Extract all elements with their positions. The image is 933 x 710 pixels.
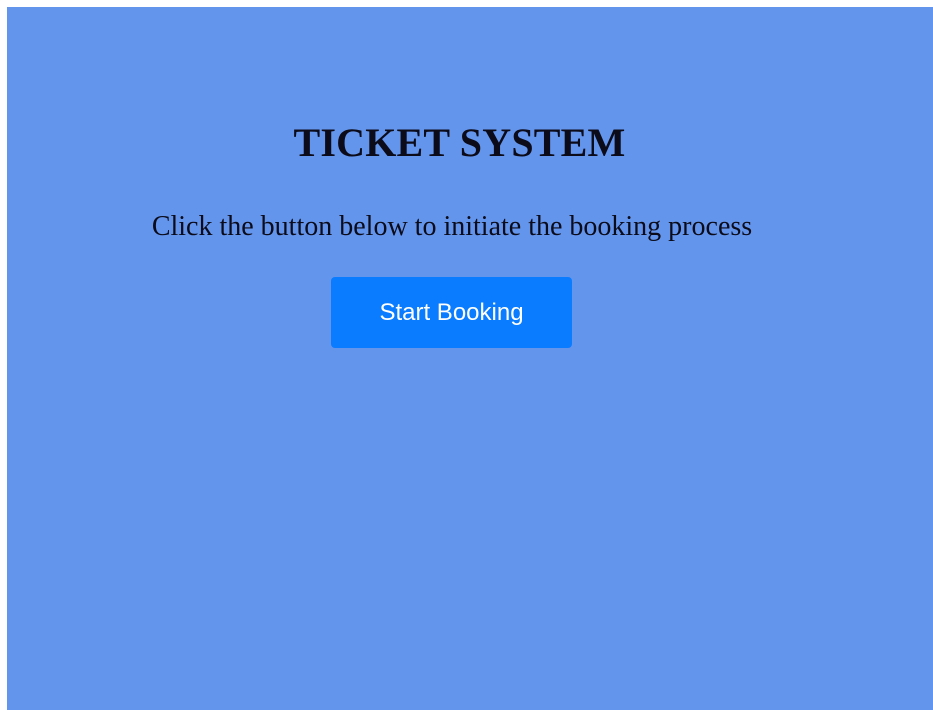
page-title: TICKET SYSTEM — [293, 120, 626, 165]
page-container: TICKET SYSTEM Click the button below to … — [7, 7, 933, 710]
start-booking-button[interactable]: Start Booking — [331, 277, 572, 348]
page-subtitle: Click the button below to initiate the b… — [151, 211, 753, 242]
